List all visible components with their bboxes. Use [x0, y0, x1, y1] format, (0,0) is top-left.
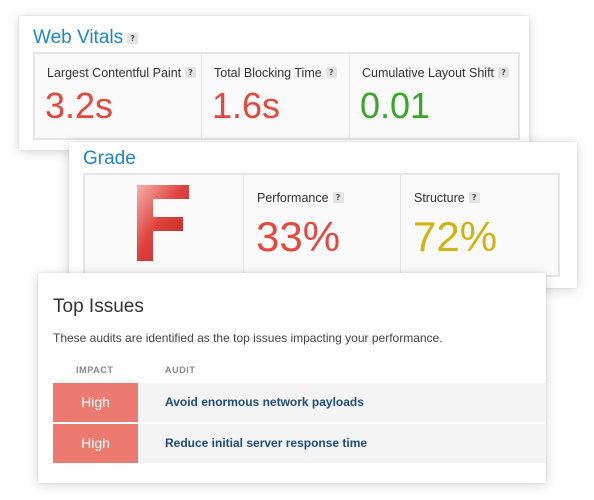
audit-column-header: AUDIT — [165, 365, 196, 375]
grade-metrics: Performance? 33% Structure? 72% — [83, 173, 560, 277]
top-issues-card: Top Issues These audits are identified a… — [38, 273, 546, 483]
metric-cls-label-text: Cumulative Layout Shift — [362, 66, 495, 80]
issue-row[interactable]: High Avoid enormous network payloads — [53, 383, 546, 422]
issue-row[interactable]: High Reduce initial server response time — [53, 424, 546, 463]
metric-structure-label-text: Structure — [414, 191, 465, 205]
top-issues-title: Top Issues — [53, 296, 144, 317]
metric-tbt-value: 1.6s — [212, 85, 281, 126]
metric-structure-value: 72% — [413, 213, 498, 260]
grade-letter-f — [137, 185, 189, 261]
help-icon[interactable]: ? — [332, 192, 344, 203]
metric-cls-label: Cumulative Layout Shift? — [362, 66, 510, 80]
help-icon[interactable]: ? — [498, 67, 510, 78]
metric-tbt-label: Total Blocking Time? — [214, 66, 337, 80]
metric-performance: Performance? 33% — [244, 175, 401, 275]
web-vitals-title: Web Vitals? — [33, 27, 139, 49]
metric-lcp-label: Largest Contentful Paint? — [47, 66, 197, 80]
grade-card: Grade Performance? 33% Structure ? 72% — [69, 142, 577, 288]
help-icon[interactable]: ? — [325, 67, 337, 78]
help-icon[interactable]: ? — [185, 67, 197, 78]
metric-lcp-label-text: Largest Contentful Paint — [47, 66, 182, 80]
web-vitals-card: Web Vitals? Largest Contentful Paint? 3.… — [19, 16, 529, 150]
metric-tbt-label-text: Total Blocking Time — [214, 66, 322, 80]
help-icon[interactable]: ? — [468, 192, 480, 203]
grade-letter-box — [85, 175, 244, 275]
metric-cls: Cumulative Layout Shift? 0.01 — [350, 54, 518, 138]
metric-performance-value: 33% — [256, 213, 341, 260]
audit-link[interactable]: Reduce initial server response time — [165, 424, 367, 463]
metric-lcp: Largest Contentful Paint? 3.2s — [35, 54, 202, 138]
metric-structure: Structure? 72% — [401, 175, 558, 275]
top-issues-description: These audits are identified as the top i… — [53, 331, 443, 345]
impact-badge: High — [53, 383, 138, 422]
report-stage: Web Vitals? Largest Contentful Paint? 3.… — [0, 0, 594, 500]
metric-performance-label-text: Performance — [257, 191, 329, 205]
web-vitals-metrics: Largest Contentful Paint? 3.2s Total Blo… — [33, 52, 520, 140]
metric-lcp-value: 3.2s — [45, 85, 114, 126]
impact-badge: High — [53, 424, 138, 463]
audit-link[interactable]: Avoid enormous network payloads — [165, 383, 364, 422]
metric-structure-label: Structure? — [414, 191, 480, 205]
help-icon[interactable]: ? — [127, 33, 139, 44]
metric-performance-label: Performance? — [257, 191, 344, 205]
metric-tbt: Total Blocking Time? 1.6s — [202, 54, 350, 138]
web-vitals-title-text: Web Vitals — [33, 27, 124, 48]
impact-column-header: IMPACT — [76, 365, 114, 375]
metric-cls-value: 0.01 — [360, 85, 431, 126]
grade-title: Grade — [83, 148, 136, 169]
